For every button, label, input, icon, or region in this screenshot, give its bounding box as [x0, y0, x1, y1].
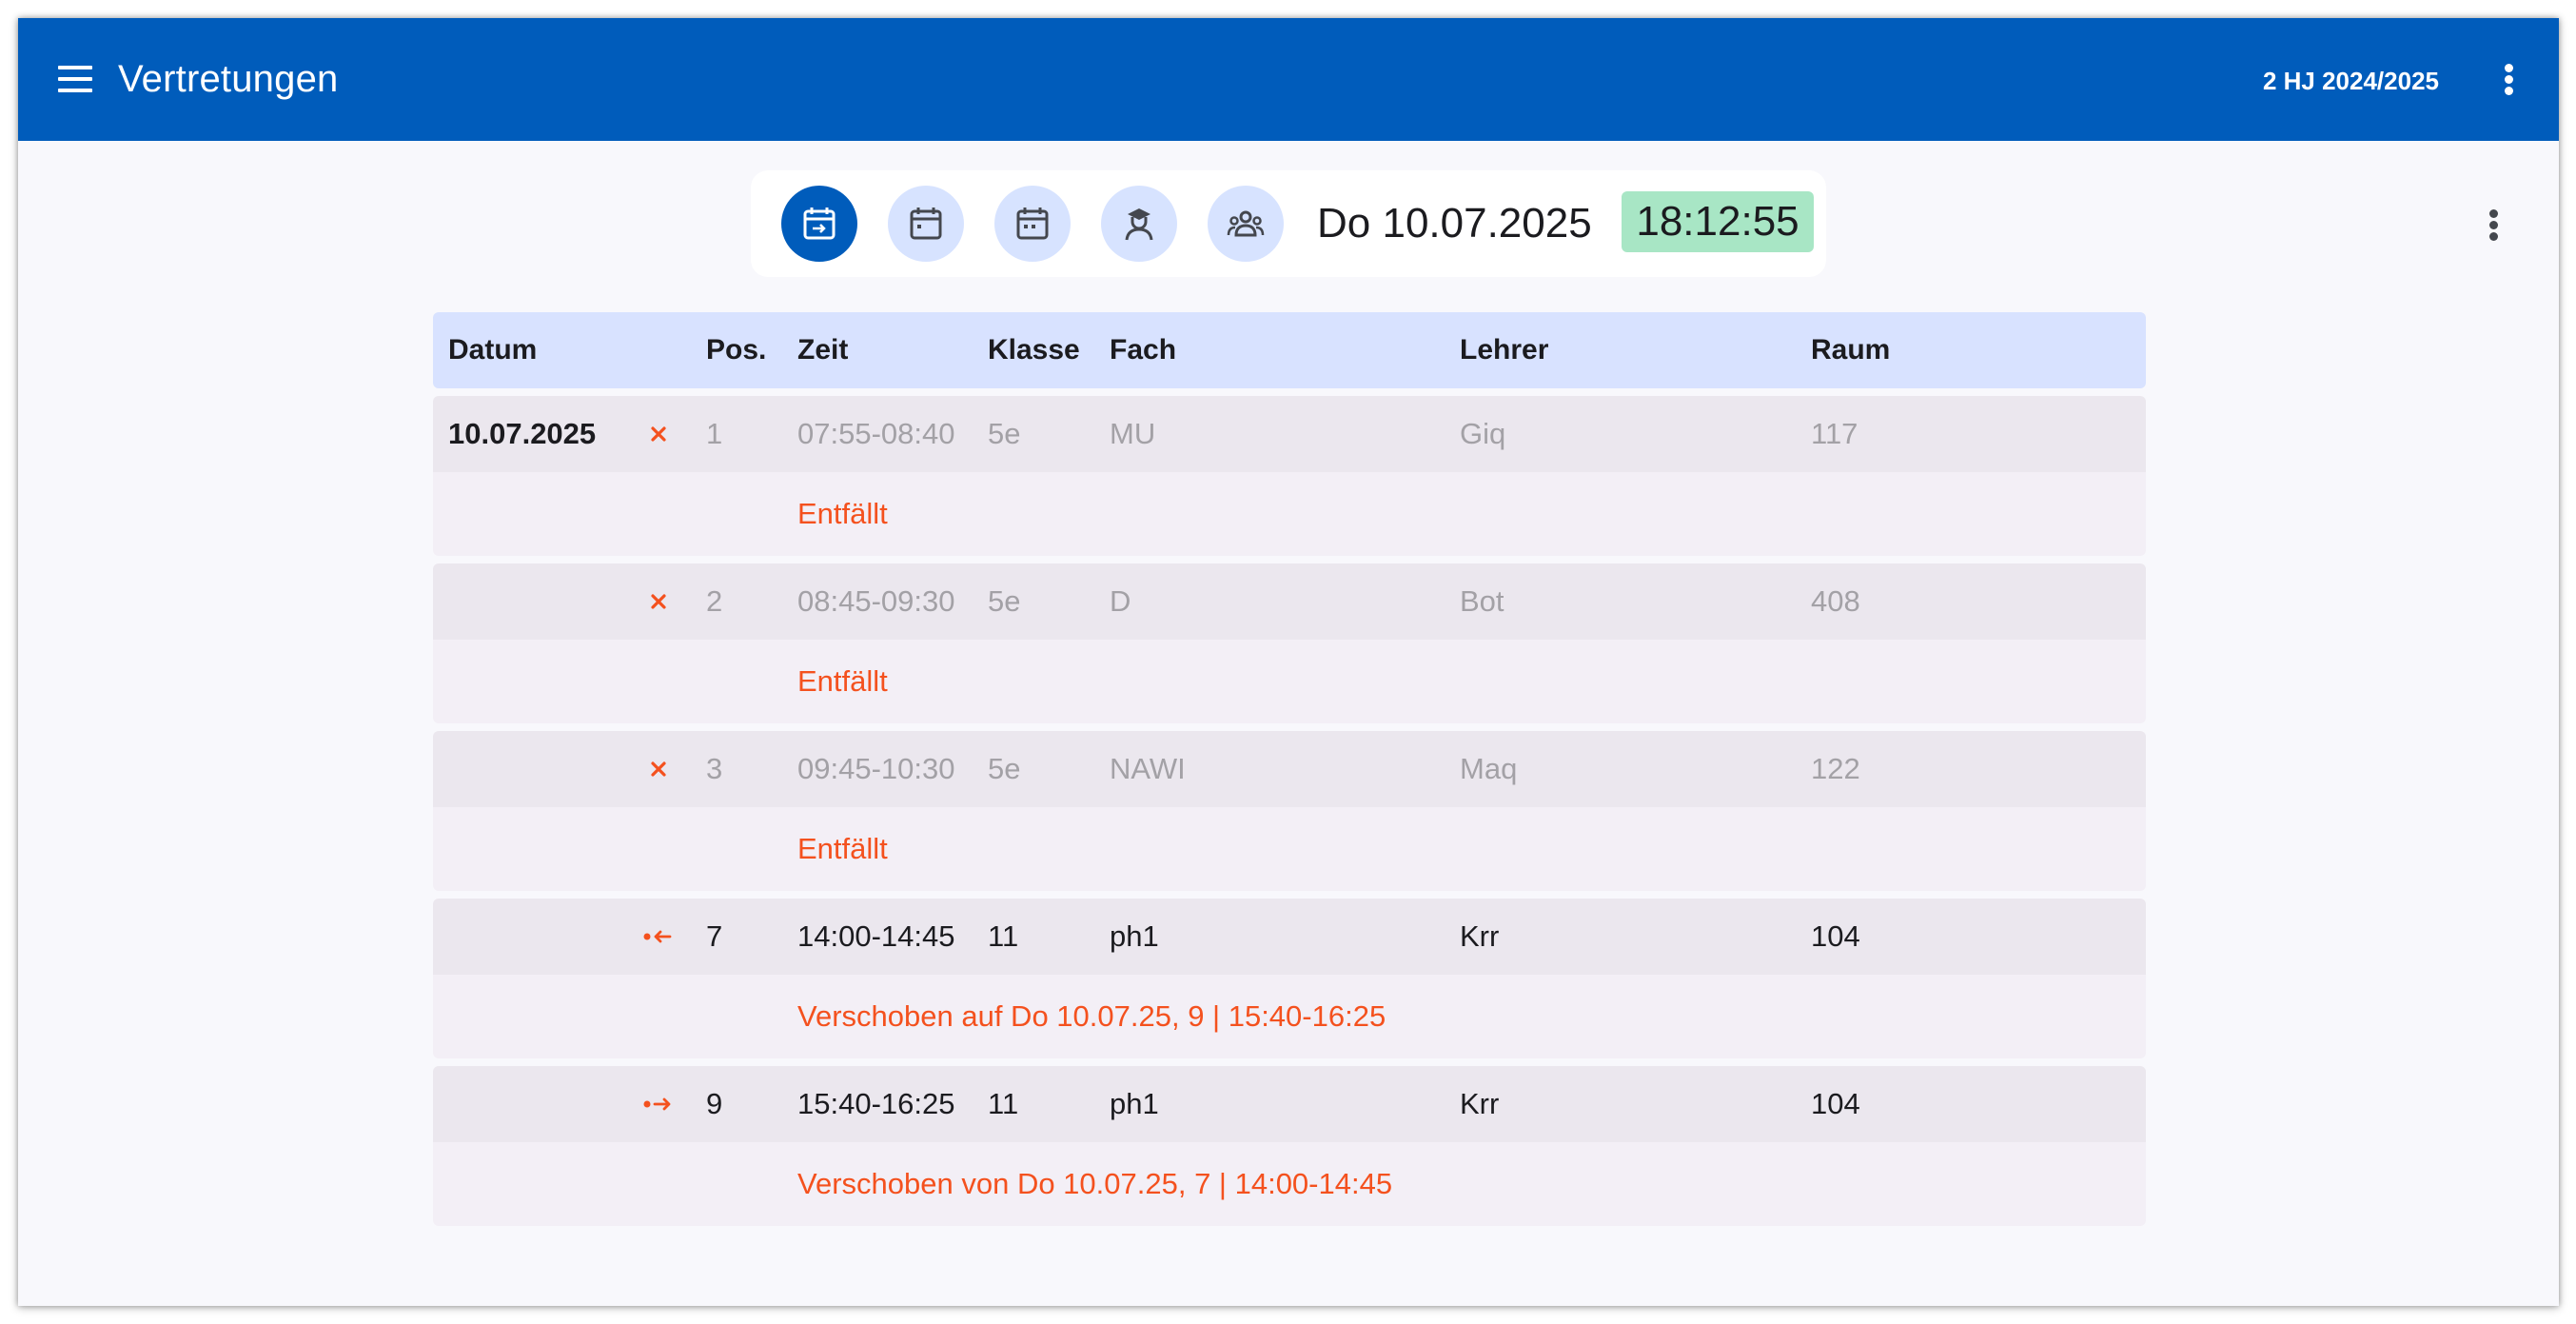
cell-zeit: 09:45-10:30 [797, 752, 955, 785]
view-toolbar: Do 10.07.2025 18:12:55 [751, 170, 1826, 277]
cell-raum: 408 [1811, 584, 1860, 618]
calendar-range-icon [1016, 207, 1049, 240]
group-icon [1227, 210, 1265, 237]
menu-icon[interactable] [49, 52, 102, 106]
lesson-row: 10.07.2025 1 07:55-08:40 5e MU Giq 117 [433, 396, 2146, 472]
table-row[interactable]: 2 08:45-09:30 5e D Bot 408 Entfällt [433, 563, 2146, 723]
calendar-icon [910, 207, 942, 240]
cell-pos: 9 [706, 1087, 723, 1120]
cell-lehrer: Bot [1460, 584, 1504, 618]
day-view-button[interactable] [781, 186, 857, 262]
teacher-icon [1125, 208, 1153, 241]
cell-klasse: 5e [988, 752, 1021, 785]
lesson-row: 9 15:40-16:25 11 ph1 Krr 104 [433, 1066, 2146, 1142]
page-title: Vertretungen [118, 58, 339, 100]
cell-note: Entfällt [797, 664, 888, 698]
cell-raum: 104 [1811, 1087, 1860, 1120]
teacher-view-button[interactable] [1101, 186, 1177, 262]
header-datum: Datum [448, 334, 538, 366]
cell-klasse: 11 [988, 919, 1019, 953]
table-row[interactable]: 9 15:40-16:25 11 ph1 Krr 104 Verschoben … [433, 1066, 2146, 1226]
cell-lehrer: Krr [1460, 1087, 1500, 1120]
lesson-row: 2 08:45-09:30 5e D Bot 408 [433, 563, 2146, 640]
cell-fach: ph1 [1110, 919, 1159, 953]
cell-note: Entfällt [797, 497, 888, 530]
app-window: Vertretungen 2 HJ 2024/2025 Do 10.07.202… [18, 18, 2559, 1306]
calendar-today-icon [803, 207, 836, 240]
week-view-button[interactable] [888, 186, 964, 262]
header-klasse: Klasse [988, 334, 1080, 366]
cell-klasse: 5e [988, 584, 1021, 618]
term-label[interactable]: 2 HJ 2024/2025 [2263, 66, 2439, 96]
header-pos: Pos. [706, 334, 767, 366]
cell-klasse: 5e [988, 417, 1021, 450]
cell-zeit: 15:40-16:25 [797, 1087, 955, 1120]
cell-raum: 104 [1811, 919, 1860, 953]
note-row: Entfällt [433, 472, 2146, 556]
cell-zeit: 07:55-08:40 [797, 417, 955, 450]
cell-fach: NAWI [1110, 752, 1186, 785]
cell-pos: 2 [706, 584, 723, 618]
cancelled-icon [651, 426, 666, 442]
cell-fach: D [1110, 584, 1131, 618]
cell-lehrer: Giq [1460, 417, 1506, 450]
table-header: Datum Pos. Zeit Klasse Fach Lehrer Raum [433, 312, 2146, 388]
table-row[interactable]: 10.07.2025 1 07:55-08:40 5e MU Giq 117 E… [433, 396, 2146, 556]
cell-zeit: 08:45-09:30 [797, 584, 955, 618]
cell-lehrer: Krr [1460, 919, 1500, 953]
moved-away-icon [643, 930, 672, 943]
table-row[interactable]: 7 14:00-14:45 11 ph1 Krr 104 Verschoben … [433, 899, 2146, 1058]
cell-pos: 7 [706, 919, 723, 953]
class-view-button[interactable] [1208, 186, 1284, 262]
header-fach: Fach [1110, 334, 1177, 366]
table-row[interactable]: 3 09:45-10:30 5e NAWI Maq 122 Entfällt [433, 731, 2146, 891]
more-vert-icon[interactable] [2488, 58, 2530, 100]
cell-klasse: 11 [988, 1087, 1019, 1120]
note-row: Verschoben auf Do 10.07.25, 9 | 15:40-16… [433, 975, 2146, 1058]
cell-lehrer: Maq [1460, 752, 1518, 785]
range-view-button[interactable] [994, 186, 1071, 262]
cell-note: Verschoben auf Do 10.07.25, 9 | 15:40-16… [797, 999, 1386, 1033]
cell-raum: 122 [1811, 752, 1860, 785]
cell-datum: 10.07.2025 [448, 417, 597, 450]
cell-pos: 1 [706, 417, 723, 450]
lesson-row: 7 14:00-14:45 11 ph1 Krr 104 [433, 899, 2146, 975]
cancelled-icon [651, 594, 666, 609]
header-zeit: Zeit [797, 334, 849, 366]
cell-fach: MU [1110, 417, 1156, 450]
moved-here-icon [643, 1097, 671, 1111]
current-date: Do 10.07.2025 [1317, 200, 1592, 247]
cell-fach: ph1 [1110, 1087, 1159, 1120]
cell-pos: 3 [706, 752, 723, 785]
cell-note: Verschoben von Do 10.07.25, 7 | 14:00-14… [797, 1167, 1393, 1200]
cell-raum: 117 [1811, 417, 1858, 450]
app-bar: Vertretungen 2 HJ 2024/2025 [18, 18, 2559, 141]
note-row: Entfällt [433, 640, 2146, 723]
page-more-icon[interactable] [2473, 204, 2515, 246]
cell-zeit: 14:00-14:45 [797, 919, 955, 953]
header-lehrer: Lehrer [1460, 334, 1549, 366]
cell-note: Entfällt [797, 832, 888, 865]
cancelled-icon [651, 761, 666, 777]
note-row: Entfällt [433, 807, 2146, 891]
current-time: 18:12:55 [1622, 191, 1814, 252]
header-raum: Raum [1811, 334, 1891, 366]
lesson-row: 3 09:45-10:30 5e NAWI Maq 122 [433, 731, 2146, 807]
note-row: Verschoben von Do 10.07.25, 7 | 14:00-14… [433, 1142, 2146, 1226]
